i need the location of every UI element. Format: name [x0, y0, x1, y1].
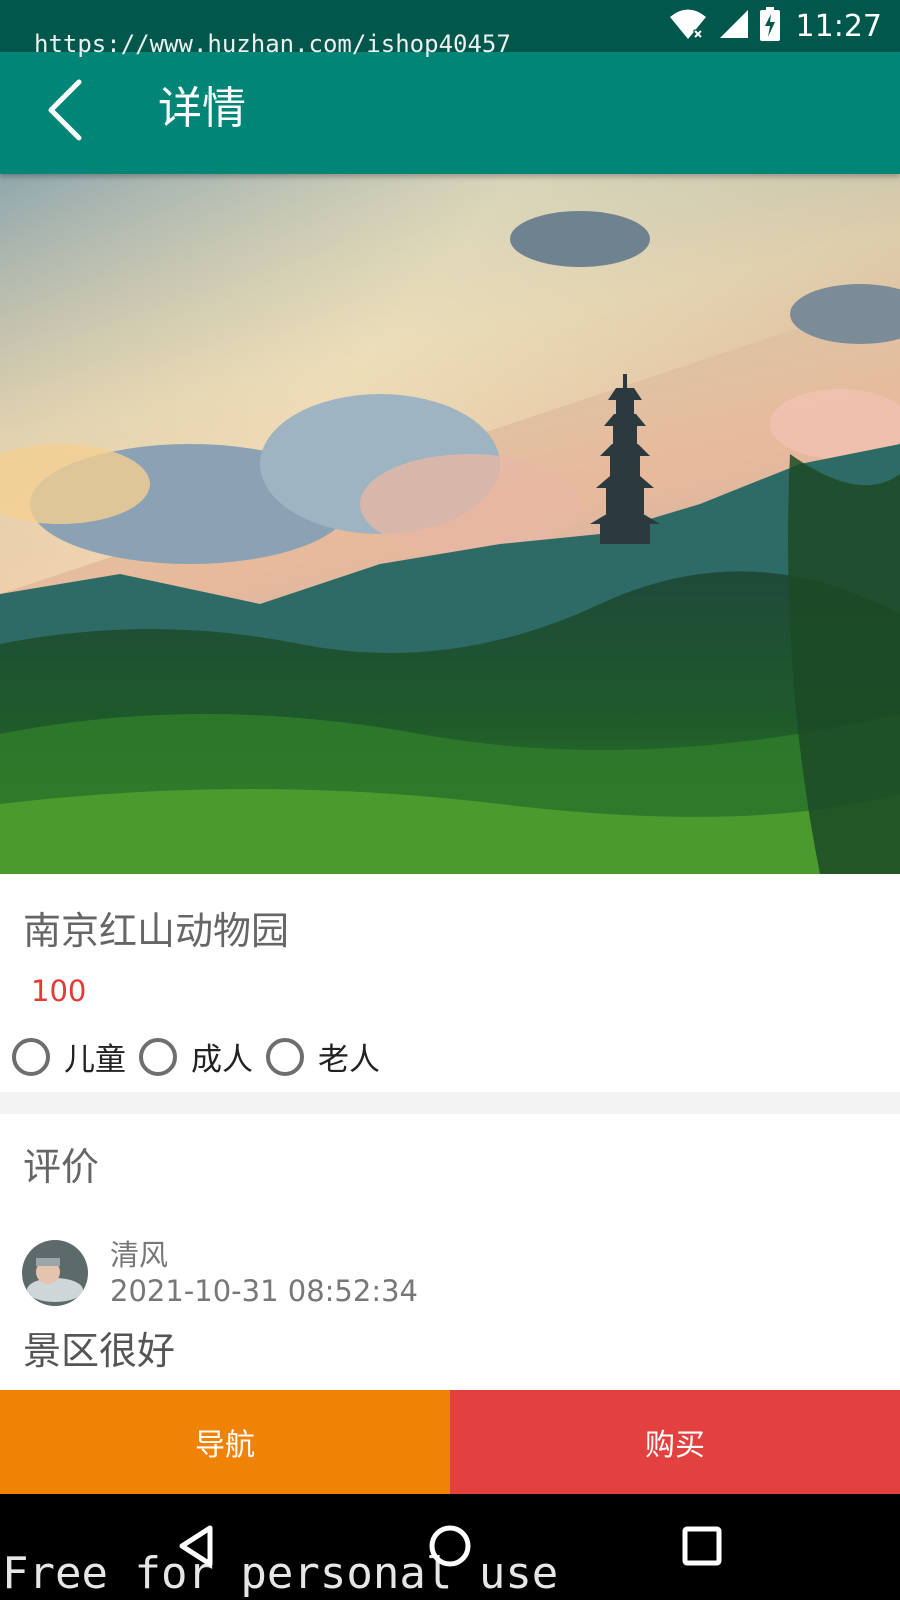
spot-price: 100 [31, 974, 87, 1008]
status-icons: 11:27 [668, 7, 882, 45]
detail-info: 南京红山动物园 100 儿童 成人 老人 [0, 874, 900, 1092]
spot-name: 南京红山动物园 [23, 909, 290, 953]
review-time: 2021-10-31 08:52:34 [110, 1274, 418, 1308]
hero-image [0, 174, 900, 874]
review-heading: 评价 [23, 1145, 100, 1189]
bottom-action-bar: 导航 购买 [0, 1390, 900, 1494]
radio-senior[interactable]: 老人 [266, 1034, 380, 1079]
radio-button-icon[interactable] [266, 1037, 304, 1076]
arrow-back-icon [45, 78, 85, 146]
system-recents-button[interactable] [672, 1518, 732, 1578]
radio-label: 老人 [318, 1042, 380, 1078]
radio-button-icon[interactable] [12, 1037, 50, 1076]
review-text: 景区很好 [23, 1329, 176, 1373]
wifi-icon [668, 8, 708, 44]
radio-child[interactable]: 儿童 [12, 1034, 126, 1079]
avatar-photo-icon [22, 1240, 88, 1306]
radio-label: 成人 [191, 1042, 253, 1078]
buy-button[interactable]: 购买 [450, 1390, 900, 1494]
reviewer-name: 清风 [110, 1238, 169, 1272]
footer-watermark: Free for personal use [2, 1548, 559, 1599]
radio-label: 儿童 [64, 1042, 126, 1078]
page-title: 详情 [158, 83, 246, 134]
radio-adult[interactable]: 成人 [139, 1034, 253, 1079]
cell-signal-icon [718, 8, 750, 44]
review-section: 评价 清风 2021-10-31 08:52:34 景区很好 [0, 1114, 900, 1390]
status-time: 11:27 [795, 8, 882, 44]
recents-square-icon [682, 1526, 722, 1570]
section-divider [0, 1092, 900, 1114]
back-button[interactable] [30, 77, 100, 147]
url-watermark: https://www.huzhan.com/ishop40457 [34, 30, 511, 58]
navigate-button[interactable]: 导航 [0, 1390, 450, 1494]
battery-charging-icon [759, 7, 780, 45]
ticket-type-radio-group: 儿童 成人 老人 [12, 1034, 393, 1079]
radio-button-icon[interactable] [139, 1037, 177, 1076]
avatar [22, 1240, 88, 1306]
landscape-pagoda-photo [0, 174, 900, 874]
app-bar: 详情 [0, 52, 900, 174]
